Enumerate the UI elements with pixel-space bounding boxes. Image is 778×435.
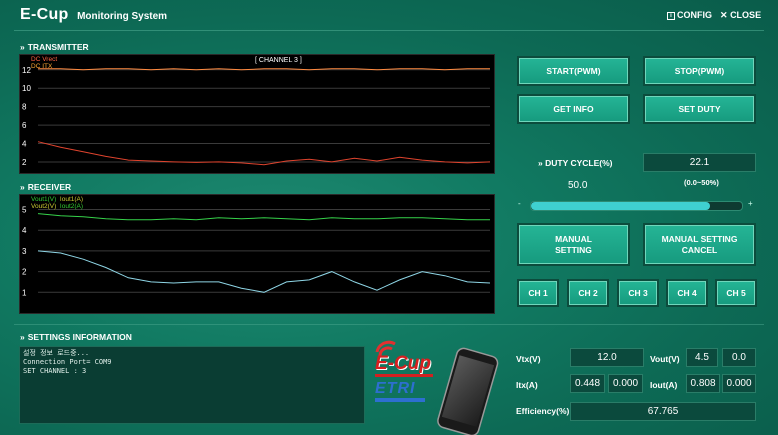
legend-item: Iout1(A): [59, 196, 84, 203]
etri-logo-text: ETRI: [375, 380, 416, 397]
itx1-field: 0.448: [570, 374, 605, 393]
y-tick-label: 3: [22, 247, 27, 256]
start-pwm-button[interactable]: START(PWM): [517, 56, 630, 86]
vtx-field: 12.0: [570, 348, 644, 367]
transmitter-legend: DC Vrect DC ITX: [31, 56, 57, 70]
y-tick-label: 2: [22, 158, 27, 167]
app-title: E-Cup Monitoring System: [20, 6, 167, 24]
receiver-legend: Vout1(V) Iout1(A) Vout2(V) Iout2(A): [31, 196, 83, 210]
y-tick-label: 10: [22, 84, 31, 93]
receiver-title: » RECEIVER: [20, 182, 72, 192]
itx2-field: 0.000: [608, 374, 643, 393]
series-line: [37, 213, 490, 221]
channel-1-button[interactable]: CH 1: [517, 279, 559, 307]
settings-title: » SETTINGS INFORMATION: [20, 332, 132, 342]
config-icon: i: [667, 11, 675, 20]
slider-minus: -: [518, 199, 521, 208]
y-tick-label: 4: [22, 140, 27, 149]
slider-fill: [531, 202, 711, 210]
transmitter-chart: 12 10 8 6 4 2: [19, 54, 495, 174]
y-tick-label: 4: [22, 226, 27, 235]
chevron-icon: »: [20, 182, 25, 192]
close-button[interactable]: ✕ CLOSE: [720, 10, 761, 21]
legend-item: DC ITX: [31, 63, 53, 70]
phone-image: [437, 347, 499, 435]
stop-pwm-button[interactable]: STOP(PWM): [643, 56, 756, 86]
legend-item: Vout2(V): [31, 203, 57, 210]
chevron-icon: »: [20, 332, 25, 342]
y-tick-label: 5: [22, 205, 27, 214]
duty-slider[interactable]: [530, 201, 743, 211]
manual-setting-button[interactable]: MANUAL SETTING: [517, 223, 630, 266]
channel-label: [ CHANNEL 3 ]: [255, 57, 302, 64]
receiver-chart: 5 4 3 2 1: [19, 194, 495, 314]
duty-cycle-label: » DUTY CYCLE(%): [538, 158, 613, 168]
efficiency-field: 67.765: [570, 402, 756, 421]
get-info-button[interactable]: GET INFO: [517, 94, 630, 124]
config-button[interactable]: i CONFIG: [667, 10, 712, 20]
vout1-field: 4.5: [686, 348, 718, 367]
slider-plus: +: [748, 199, 753, 208]
close-icon: ✕: [720, 10, 728, 20]
chevron-icon: »: [20, 42, 25, 52]
slider-value: 50.0: [568, 180, 588, 191]
itx-label: Itx(A): [516, 380, 538, 390]
vtx-label: Vtx(V): [516, 354, 541, 364]
settings-log: 설정 정보 로드중... Connection Port= COM9 SET C…: [19, 346, 365, 424]
vout2-field: 0.0: [722, 348, 756, 367]
y-tick-label: 2: [22, 268, 27, 277]
channel-3-button[interactable]: CH 3: [617, 279, 659, 307]
y-tick-label: 8: [22, 103, 27, 112]
transmitter-title: » TRANSMITTER: [20, 42, 89, 52]
channel-2-button[interactable]: CH 2: [567, 279, 609, 307]
duty-value-field[interactable]: 22.1: [643, 153, 756, 172]
manual-setting-cancel-button[interactable]: MANUAL SETTING CANCEL: [643, 223, 756, 266]
app-subtitle: Monitoring System: [77, 11, 168, 22]
legend-item: Vout1(V): [31, 196, 57, 203]
receiver-plot: 5 4 3 2 1: [22, 205, 491, 297]
y-tick-label: 1: [22, 288, 27, 297]
iout-label: Iout(A): [650, 380, 678, 390]
app-name: E-Cup: [20, 6, 69, 23]
settings-line: SET CHANNEL : 3: [23, 367, 87, 375]
series-line: [37, 141, 491, 166]
settings-line: Connection Port= COM9: [23, 358, 112, 366]
efficiency-label: Efficiency(%): [516, 406, 570, 416]
duty-range: (0.0~50%): [684, 178, 719, 187]
channel-4-button[interactable]: CH 4: [666, 279, 708, 307]
header-divider: [14, 30, 764, 31]
legend-item: Iout2(A): [59, 203, 84, 210]
iout1-field: 0.808: [686, 374, 720, 393]
transmitter-plot: 12108642: [22, 66, 491, 167]
legend-item: DC Vrect: [31, 56, 58, 63]
y-tick-label: 6: [22, 121, 27, 130]
channel-5-button[interactable]: CH 5: [715, 279, 757, 307]
vout-label: Vout(V): [650, 354, 680, 364]
iout2-field: 0.000: [722, 374, 756, 393]
set-duty-button[interactable]: SET DUTY: [643, 94, 756, 124]
settings-line: 설정 정보 로드중...: [23, 349, 90, 357]
ecup-logo-text: E-Cup: [375, 353, 431, 374]
section-divider: [14, 324, 764, 325]
